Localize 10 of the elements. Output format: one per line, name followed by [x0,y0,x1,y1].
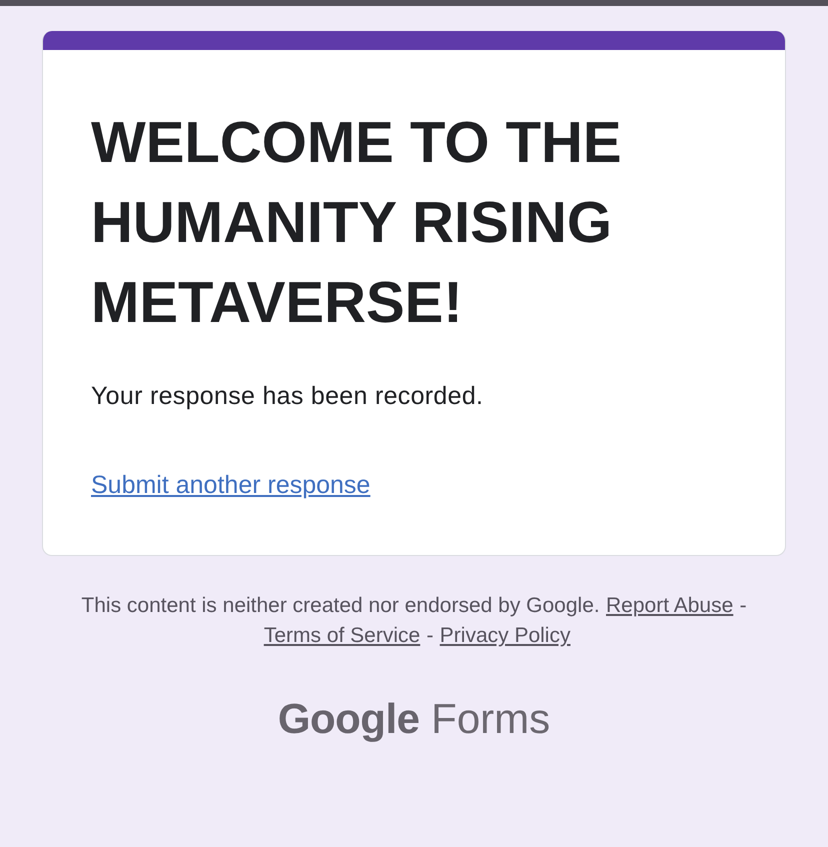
footer-link[interactable]: Terms of Service [264,624,420,647]
disclaimer-text: This content is neither created nor endorsed by Google. [81,594,600,617]
submit-another-link[interactable]: Submit another response [91,469,370,501]
link-separator: - [426,624,434,647]
form-title: WELCOME TO THE HUMANITY RISING METAVERSE! [91,109,623,337]
product-logo: Google Forms [278,694,550,744]
footer-link[interactable]: Report Abuse [606,594,734,617]
footer-link[interactable]: Privacy Policy [440,624,570,647]
confirmation-message: Your response has been recorded. [91,381,484,412]
link-separator: - [740,594,747,617]
